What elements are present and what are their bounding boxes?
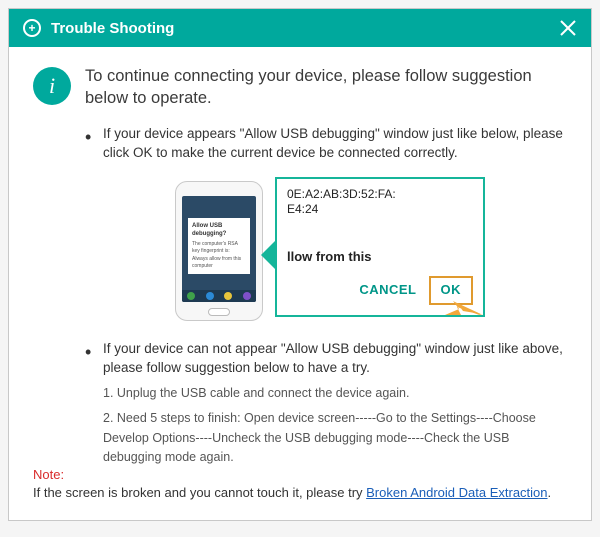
dock-icon <box>187 292 195 300</box>
phone-popup: Allow USB debugging? The computer's RSA … <box>188 218 250 274</box>
bullet-item-2: If your device can not appear "Allow USB… <box>85 339 567 468</box>
note-tail: . <box>548 485 552 500</box>
shield-icon: + <box>23 19 41 37</box>
arrow-icon <box>445 293 485 317</box>
titlebar: + Trouble Shooting <box>9 9 591 47</box>
dialog-window: + Trouble Shooting i To continue connect… <box>8 8 592 521</box>
broken-android-link[interactable]: Broken Android Data Extraction <box>366 485 547 500</box>
fingerprint-line-2: E4:24 <box>287 202 473 218</box>
phone-dock <box>182 290 256 302</box>
illustration: Allow USB debugging? The computer's RSA … <box>175 177 495 327</box>
dock-icon <box>206 292 214 300</box>
bullet-list: If your device appears "Allow USB debugg… <box>85 124 567 468</box>
fingerprint-line-1: 0E:A2:AB:3D:52:FA: <box>287 187 473 203</box>
heading-row: i To continue connecting your device, pl… <box>33 65 567 110</box>
substep-2: 2. Need 5 steps to finish: Open device s… <box>103 409 567 467</box>
content-area: i To continue connecting your device, pl… <box>9 47 591 467</box>
phone-screen: Allow USB debugging? The computer's RSA … <box>182 196 256 302</box>
cancel-label: CANCEL <box>359 281 416 300</box>
bullet-item-1: If your device appears "Allow USB debugg… <box>85 124 567 327</box>
close-icon <box>559 19 577 37</box>
substep-1: 1. Unplug the USB cable and connect the … <box>103 384 567 403</box>
note-text: If the screen is broken and you cannot t… <box>33 485 366 500</box>
phone-popup-check: Always allow from this computer <box>192 256 246 271</box>
dock-icon <box>224 292 232 300</box>
allow-text-fragment: llow from this <box>287 248 473 267</box>
dialog-title: Trouble Shooting <box>51 20 559 37</box>
note-label: Note: <box>33 467 64 482</box>
phone-popup-body: The computer's RSA key fingerprint is: <box>192 241 246 256</box>
bullet-2-text: If your device can not appear "Allow USB… <box>103 341 563 376</box>
bullet-1-text: If your device appears "Allow USB debugg… <box>103 126 563 161</box>
note-block: Note: If the screen is broken and you ca… <box>33 466 567 502</box>
home-button-icon <box>208 308 230 316</box>
zoom-panel: 0E:A2:AB:3D:52:FA: E4:24 llow from this … <box>275 177 485 317</box>
main-message: To continue connecting your device, plea… <box>85 65 567 110</box>
phone-popup-title: Allow USB debugging? <box>192 222 246 239</box>
close-button[interactable] <box>559 19 577 37</box>
info-icon: i <box>33 67 71 105</box>
dock-icon <box>243 292 251 300</box>
